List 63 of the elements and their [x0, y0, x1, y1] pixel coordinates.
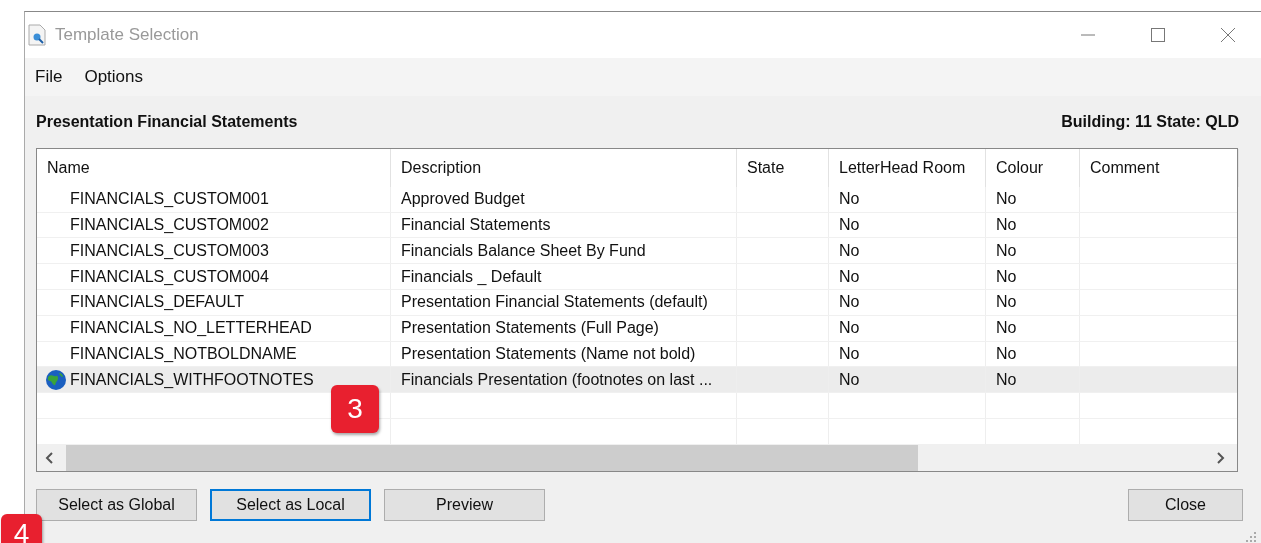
table-cell: Approved Budget: [401, 190, 525, 209]
section-heading: Presentation Financial Statements: [36, 113, 298, 131]
scrollbar-thumb[interactable]: [66, 444, 918, 471]
table-row[interactable]: FINANCIALS_WITHFOOTNOTES Financials Presentation (footnotes on last ... No No: [37, 367, 1237, 394]
table-cell: FINANCIALS_CUSTOM001: [70, 190, 269, 209]
table-cell: No: [996, 370, 1017, 389]
callout-badge: 3: [331, 385, 379, 433]
resize-grip-icon[interactable]: [1246, 532, 1256, 542]
table-cell: No: [839, 370, 860, 389]
menu-item[interactable]: File: [35, 67, 63, 87]
table-cell: No: [996, 319, 1017, 338]
column-header[interactable]: State: [747, 158, 785, 177]
table-row[interactable]: FINANCIALS_NO_LETTERHEAD Presentation Statements (Full Page) No No: [37, 315, 1237, 342]
table-cell: FINANCIALS_CUSTOM003: [70, 241, 269, 260]
table-cell: FINANCIALS_NOTBOLDNAME: [70, 345, 297, 363]
table-cell: Financials _ Default: [401, 267, 542, 286]
table-cell: Financials Balance Sheet By Fund: [401, 241, 646, 260]
action-button[interactable]: Select as Global: [36, 489, 197, 521]
close-icon[interactable]: [1220, 27, 1236, 43]
location-label: Building: 11 State: QLD: [1061, 113, 1239, 131]
table-cell: No: [996, 241, 1017, 260]
horizontal-scrollbar[interactable]: [37, 444, 1237, 471]
table-cell: No: [996, 345, 1017, 363]
scroll-left-icon[interactable]: [45, 451, 55, 464]
table-cell: No: [839, 190, 860, 209]
table-cell: No: [839, 216, 860, 235]
table-cell: Financial Statements: [401, 216, 551, 235]
table-cell: FINANCIALS_CUSTOM002: [70, 216, 269, 235]
scroll-right-icon[interactable]: [1215, 451, 1225, 464]
table-cell: FINANCIALS_WITHFOOTNOTES: [70, 370, 314, 389]
column-header[interactable]: Comment: [1090, 158, 1160, 177]
table-cell: No: [839, 241, 860, 260]
table-cell: No: [839, 345, 860, 363]
table-cell: Presentation Statements (Name not bold): [401, 345, 696, 363]
table-cell: No: [996, 216, 1017, 235]
table-row[interactable]: FINANCIALS_CUSTOM003 Financials Balance Sheet By Fund No No: [37, 238, 1237, 265]
table-cell: FINANCIALS_DEFAULT: [70, 293, 244, 312]
table-cell: No: [839, 267, 860, 286]
column-header[interactable]: Colour: [996, 158, 1044, 177]
callout-badge: 4: [1, 514, 42, 543]
table-row[interactable]: FINANCIALS_DEFAULT Presentation Financial Statements (default) No No: [37, 290, 1237, 316]
table-cell: Presentation Statements (Full Page): [401, 319, 659, 338]
table-cell: FINANCIALS_NO_LETTERHEAD: [70, 319, 312, 338]
menu-item[interactable]: Options: [84, 67, 143, 87]
table-row[interactable]: FINANCIALS_CUSTOM001 Approved Budget No No: [37, 186, 1237, 213]
table-cell: No: [996, 190, 1017, 209]
table-cell: No: [839, 293, 860, 312]
table-cell: Presentation Financial Statements (default): [401, 293, 708, 312]
maximize-icon[interactable]: [1150, 27, 1166, 43]
action-button[interactable]: Select as Local: [210, 489, 371, 521]
action-button[interactable]: Preview: [384, 489, 545, 521]
window-title: Template Selection: [55, 25, 199, 45]
column-header[interactable]: LetterHead Room: [839, 158, 966, 177]
table-row[interactable]: FINANCIALS_CUSTOM002 Financial Statements No No: [37, 212, 1237, 239]
table-cell: No: [839, 319, 860, 338]
column-header[interactable]: Name: [47, 158, 90, 177]
table-cell: No: [996, 293, 1017, 312]
column-header[interactable]: Description: [401, 158, 482, 177]
table-row[interactable]: FINANCIALS_CUSTOM004 Financials _ Default No No: [37, 264, 1237, 291]
table-cell: FINANCIALS_CUSTOM004: [70, 267, 269, 286]
table-cell: No: [996, 267, 1017, 286]
table-cell: Financials Presentation (footnotes on last ...: [401, 370, 713, 389]
close-button[interactable]: Close: [1128, 489, 1243, 521]
